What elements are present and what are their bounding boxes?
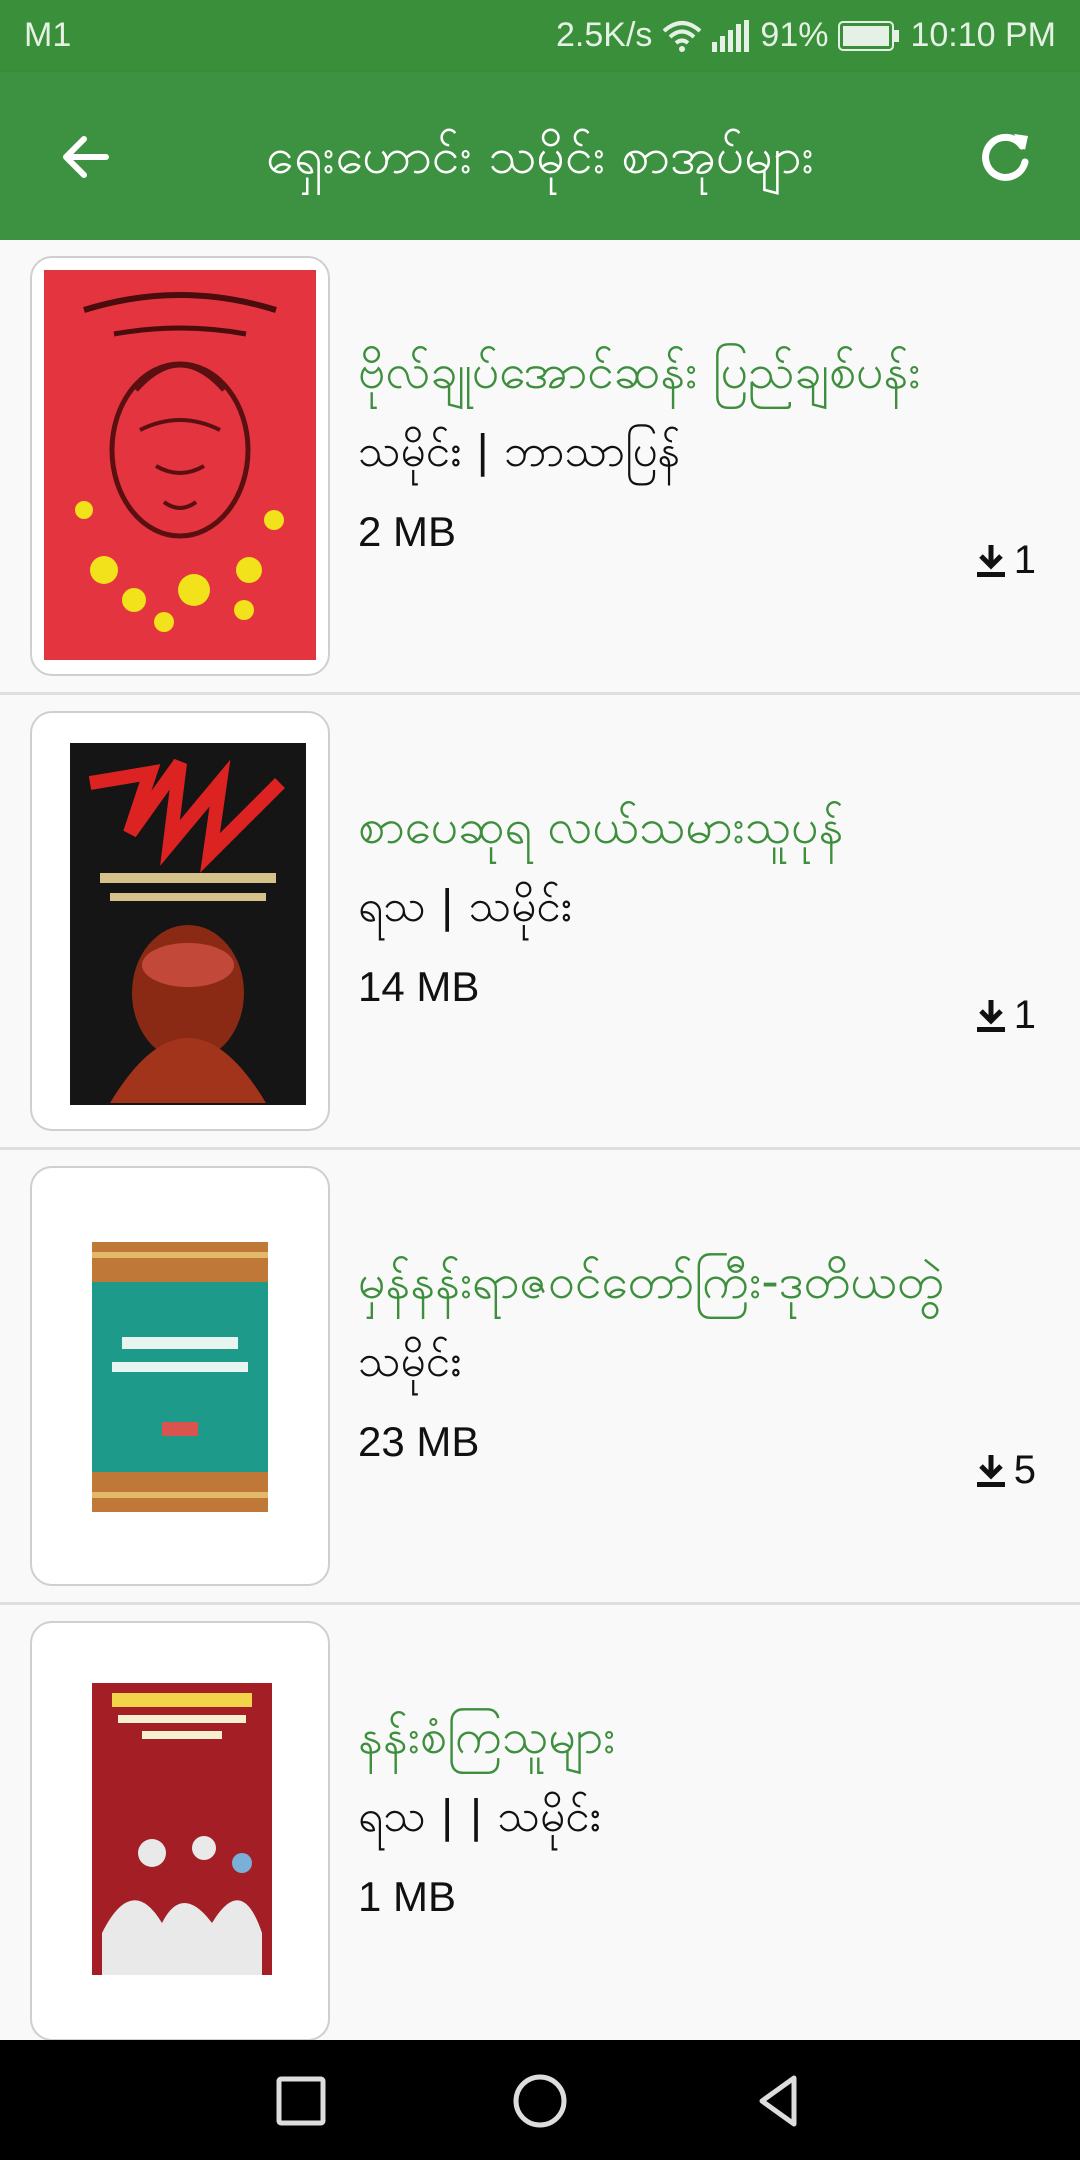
book-category: သမိုင်း — [358, 1336, 462, 1387]
download-count: 1 — [974, 993, 1036, 1038]
carrier-name: M1 — [24, 16, 72, 54]
clock: 10:10 PM — [910, 16, 1056, 54]
book-size: 1 MB — [358, 1873, 457, 1920]
book-list-item[interactable]: မှန်နန်းရာဇဝင်တော်ကြီး-ဒုတိယတွဲ သမိုင်း … — [0, 1150, 1080, 1605]
download-icon — [976, 544, 1005, 577]
battery-percent: 91% — [760, 16, 829, 54]
book-list: ဗိုလ်ချုပ်အောင်ဆန်း ပြည်ချစ်ပန်း သမိုင်း… — [0, 240, 1080, 2060]
book-size: 23 MB — [358, 1418, 480, 1465]
app-bar: ရှေးဟောင်း သမိုင်း စာအုပ်များ — [0, 72, 1080, 240]
book-title: မှန်နန်းရာဇဝင်တော်ကြီး-ဒုတိယတွဲ — [358, 1254, 944, 1310]
book-title: နန်းစံကြသူများ — [358, 1709, 616, 1765]
back-arrow-icon[interactable] — [52, 122, 122, 192]
network-speed: 2.5K/s — [556, 16, 653, 54]
battery-icon — [838, 20, 900, 51]
book-cover — [30, 711, 330, 1131]
download-count: 1 — [974, 538, 1036, 583]
download-count-value: 1 — [1013, 538, 1036, 582]
book-list-item[interactable]: စာပေဆုရ လယ်သမားသူပုန် ရသ | သမိုင်း 14 MB… — [0, 695, 1080, 1150]
download-count: 5 — [974, 1448, 1036, 1493]
download-count-value: 1 — [1013, 993, 1036, 1037]
status-right: 2.5K/s 91% 10:10 PM — [556, 16, 1056, 55]
status-bar: M1 2.5K/s 91% 10:10 PM — [0, 0, 1080, 72]
download-icon — [976, 1454, 1005, 1487]
book-info: ဗိုလ်ချုပ်အောင်ဆန်း ပြည်ချစ်ပန်း သမိုင်း… — [358, 340, 1044, 556]
book-category: ရသ | သမိုင်း — [358, 881, 572, 932]
book-category: သမိုင်း | ဘာသာပြန် — [358, 426, 681, 477]
book-title: စာပေဆုရ လယ်သမားသူပုန် — [358, 799, 844, 855]
refresh-icon[interactable] — [970, 122, 1040, 192]
book-size: 2 MB — [358, 508, 457, 555]
back-triangle-icon[interactable] — [744, 2066, 814, 2136]
signal-icon — [712, 19, 750, 52]
book-cover — [30, 256, 330, 676]
download-count-value: 5 — [1013, 1448, 1036, 1492]
download-icon — [976, 999, 1005, 1032]
book-list-item[interactable]: ဗိုလ်ချုပ်အောင်ဆန်း ပြည်ချစ်ပန်း သမိုင်း… — [0, 240, 1080, 695]
book-category: ရသ | | သမိုင်း — [358, 1791, 601, 1842]
page-title: ရှေးဟောင်း သမိုင်း စာအုပ်များ — [265, 127, 815, 185]
navigation-bar — [0, 2040, 1080, 2160]
book-cover — [30, 1621, 330, 2041]
book-info: မှန်နန်းရာဇဝင်တော်ကြီး-ဒုတိယတွဲ သမိုင်း … — [358, 1250, 1044, 1466]
book-size: 14 MB — [358, 963, 480, 1010]
book-title: ဗိုလ်ချုပ်အောင်ဆန်း ပြည်ချစ်ပန်း — [358, 344, 921, 400]
home-circle-icon[interactable] — [505, 2066, 575, 2136]
book-info: နန်းစံကြသူများ ရသ | | သမိုင်း 1 MB — [358, 1705, 1044, 1921]
recent-apps-square-icon[interactable] — [266, 2066, 336, 2136]
book-cover — [30, 1166, 330, 1586]
book-info: စာပေဆုရ လယ်သမားသူပုန် ရသ | သမိုင်း 14 MB — [358, 795, 1044, 1011]
wifi-icon — [662, 19, 702, 53]
book-list-item[interactable]: နန်းစံကြသူများ ရသ | | သမိုင်း 1 MB — [0, 1605, 1080, 2060]
